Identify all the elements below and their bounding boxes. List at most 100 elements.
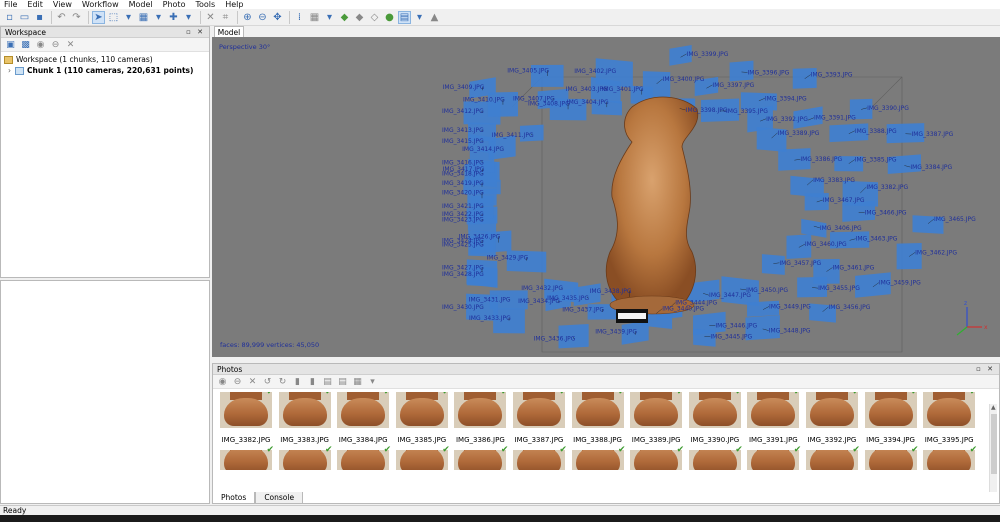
panel-controls[interactable]: ▫ ✕ xyxy=(186,28,205,36)
filter-icon[interactable]: ▮ xyxy=(291,375,304,388)
mask-icon[interactable]: ▮ xyxy=(306,375,319,388)
photo-thumbnail[interactable]: ✔ IMG_3390.JPG xyxy=(686,392,744,444)
zoom-out-icon[interactable]: ⊖ xyxy=(256,11,269,24)
photo-thumbnail[interactable]: ✔ xyxy=(627,445,685,470)
photo-thumbnail[interactable]: ✔ IMG_3386.JPG xyxy=(451,392,509,444)
photo-thumbnail[interactable]: ✔ IMG_3391.JPG xyxy=(744,392,802,444)
delete-selection-icon[interactable]: ✕ xyxy=(204,11,217,24)
photo-thumbnail[interactable]: ✔ xyxy=(393,445,451,470)
photo-thumbnail[interactable]: ✔ IMG_3395.JPG xyxy=(920,392,978,444)
details-view-icon[interactable]: ▤ xyxy=(321,375,334,388)
camera-label: IMG_3407.JPG xyxy=(513,95,555,102)
model-viewport[interactable]: IMG_3467.JPG IMG_3466.JPG IMG_3465.JPG IMG_… xyxy=(212,37,1000,357)
dense-cloud-icon[interactable]: ▤ xyxy=(398,10,411,24)
disable-camera-icon[interactable]: ⊖ xyxy=(231,375,244,388)
enable-camera-icon[interactable]: ◉ xyxy=(216,375,229,388)
chevron-right-icon[interactable]: › xyxy=(8,66,11,75)
photo-thumbnail[interactable]: ✔ xyxy=(451,445,509,470)
check-icon: ✔ xyxy=(735,392,743,397)
remove-camera-icon[interactable]: ✕ xyxy=(246,375,259,388)
tree-workspace-root[interactable]: Workspace (1 chunks, 110 cameras) xyxy=(4,54,206,65)
tab-model[interactable]: Model xyxy=(214,26,244,37)
photo-thumbnail[interactable]: ✔ xyxy=(334,445,392,470)
photo-thumbnail[interactable]: ✔ xyxy=(569,445,627,470)
tree-chunk-1[interactable]: › Chunk 1 (110 cameras, 220,631 points) xyxy=(4,65,206,76)
scene-canvas[interactable]: IMG_3467.JPGIMG_3466.JPG IMG_3465.JPG IMG_… xyxy=(212,37,1000,357)
photo-thumbnail[interactable]: ✔ IMG_3385.JPG xyxy=(393,392,451,444)
list-view-icon[interactable]: ▤ xyxy=(336,375,349,388)
check-icon: ✔ xyxy=(852,445,860,455)
rect-select-icon[interactable]: ⬚ xyxy=(107,11,120,24)
show-cameras-icon[interactable]: ⁞ xyxy=(293,11,306,24)
tab-photos[interactable]: Photos xyxy=(212,492,256,504)
disable-icon[interactable]: ⊖ xyxy=(49,38,62,51)
point-cloud-icon[interactable]: ● xyxy=(383,11,396,24)
move-region-icon[interactable]: ✚ xyxy=(167,11,180,24)
navigation-icon[interactable]: ➤ xyxy=(92,10,105,24)
rotate-right-icon[interactable]: ↻ xyxy=(276,375,289,388)
chevron-down-icon[interactable]: ▾ xyxy=(182,11,195,24)
resize-region-icon[interactable]: ▦ xyxy=(137,11,150,24)
camera-label: IMG_3457.JPG xyxy=(779,260,821,267)
menu-model[interactable]: Model xyxy=(129,0,153,9)
camera-label: IMG_3417.JPG xyxy=(443,166,485,173)
add-chunk-icon[interactable]: ▣ xyxy=(4,38,17,51)
textured-model-icon[interactable]: ◆ xyxy=(338,11,351,24)
scroll-up-icon[interactable]: ▲ xyxy=(991,404,996,411)
photo-thumbnail[interactable]: ✔ xyxy=(686,445,744,470)
remove-icon[interactable]: ✕ xyxy=(64,38,77,51)
photo-thumbnail[interactable]: ✔ xyxy=(276,445,334,470)
photo-thumbnail[interactable]: ✔ IMG_3392.JPG xyxy=(803,392,861,444)
grid-view-icon[interactable]: ▦ xyxy=(308,11,321,24)
panel-controls[interactable]: ▫ ✕ xyxy=(976,365,995,373)
solid-model-icon[interactable]: ◆ xyxy=(353,11,366,24)
chevron-down-icon[interactable]: ▾ xyxy=(122,11,135,24)
photo-thumbnail[interactable]: ✔ IMG_3383.JPG xyxy=(276,392,334,444)
chevron-down-icon[interactable]: ▾ xyxy=(152,11,165,24)
camera-label: IMG_3429.JPG xyxy=(487,255,529,262)
photo-thumbnail[interactable]: ✔ xyxy=(862,445,920,470)
photo-image xyxy=(220,450,272,470)
photos-scrollbar[interactable]: ▲ xyxy=(989,404,997,492)
photo-thumbnail[interactable]: ✔ IMG_3388.JPG xyxy=(569,392,627,444)
camera-label: IMG_3387.JPG xyxy=(911,131,953,138)
chevron-down-icon[interactable]: ▾ xyxy=(323,11,336,24)
photo-thumbnail[interactable]: ✔ xyxy=(510,445,568,470)
wireframe-model-icon[interactable]: ◇ xyxy=(368,11,381,24)
open-folder-icon[interactable]: ▭ xyxy=(18,11,31,24)
crop-selection-icon[interactable]: ⌗ xyxy=(219,11,232,24)
menu-workflow[interactable]: Workflow xyxy=(82,0,119,9)
photo-thumbnail[interactable]: ✔ xyxy=(744,445,802,470)
zoom-in-icon[interactable]: ⊕ xyxy=(241,11,254,24)
menu-edit[interactable]: Edit xyxy=(27,0,43,9)
enable-icon[interactable]: ◉ xyxy=(34,38,47,51)
add-photos-icon[interactable]: ▩ xyxy=(19,38,32,51)
photo-thumbnail[interactable]: ✔ IMG_3387.JPG xyxy=(510,392,568,444)
tiled-model-icon[interactable]: ▲ xyxy=(428,11,441,24)
new-file-icon[interactable]: ▫ xyxy=(3,11,16,24)
photo-thumbnail[interactable]: ✔ IMG_3389.JPG xyxy=(627,392,685,444)
menu-file[interactable]: File xyxy=(4,0,17,9)
rotate-left-icon[interactable]: ↺ xyxy=(261,375,274,388)
reset-view-icon[interactable]: ✥ xyxy=(271,11,284,24)
menu-help[interactable]: Help xyxy=(225,0,243,9)
chevron-down-icon[interactable]: ▾ xyxy=(366,375,379,388)
menu-photo[interactable]: Photo xyxy=(163,0,186,9)
photo-thumbnail[interactable]: ✔ IMG_3382.JPG xyxy=(217,392,275,444)
photo-thumbnail[interactable]: ✔ IMG_3384.JPG xyxy=(334,392,392,444)
chevron-down-icon[interactable]: ▾ xyxy=(413,11,426,24)
menu-view[interactable]: View xyxy=(53,0,72,9)
redo-icon[interactable]: ↷ xyxy=(70,11,83,24)
photo-caption: IMG_3392.JPG xyxy=(807,436,857,444)
thumbnails-view-icon[interactable]: ▦ xyxy=(351,375,364,388)
photo-thumbnail[interactable]: ✔ xyxy=(920,445,978,470)
scrollbar-thumb[interactable] xyxy=(991,414,997,474)
menu-tools[interactable]: Tools xyxy=(195,0,215,9)
photo-thumbnail[interactable]: ✔ xyxy=(217,445,275,470)
tab-console[interactable]: Console xyxy=(255,492,304,504)
photo-thumbnail[interactable]: ✔ xyxy=(803,445,861,470)
photo-thumbnail[interactable]: ✔ IMG_3394.JPG xyxy=(862,392,920,444)
camera-label: IMG_3455.JPG xyxy=(818,285,860,292)
undo-icon[interactable]: ↶ xyxy=(55,11,68,24)
save-icon[interactable]: ▪ xyxy=(33,11,46,24)
